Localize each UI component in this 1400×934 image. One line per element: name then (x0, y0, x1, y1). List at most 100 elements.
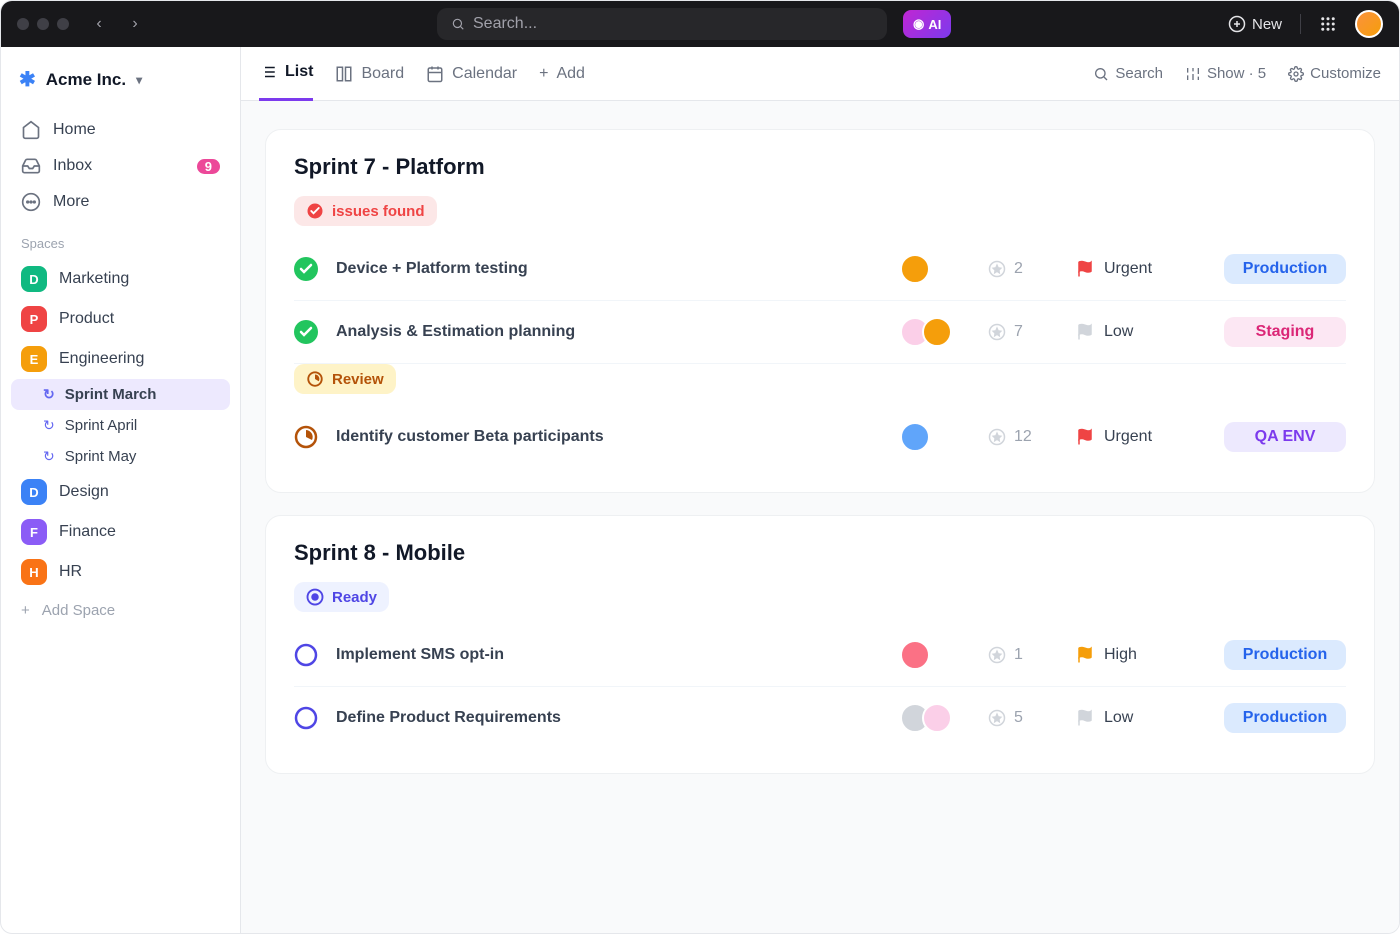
apps-grid-icon[interactable] (1319, 15, 1337, 33)
sprint-march[interactable]: ↻ Sprint March (11, 379, 230, 410)
assignee-avatar[interactable] (900, 254, 930, 284)
assignee-avatar[interactable] (900, 422, 930, 452)
tab-calendar[interactable]: Calendar (426, 47, 517, 101)
global-search[interactable]: Search... (437, 8, 887, 40)
maximize-window-icon[interactable] (57, 18, 69, 30)
add-space-button[interactable]: + Add Space (11, 592, 230, 629)
task-priority[interactable]: Urgent (1076, 260, 1206, 278)
inbox-icon (21, 156, 41, 176)
sidebar-item-home[interactable]: Home (11, 112, 230, 148)
sidebar-item-inbox[interactable]: Inbox 9 (11, 148, 230, 184)
task-row[interactable]: Device + Platform testing 2 Urgent Produ… (294, 238, 1346, 301)
env-tag[interactable]: QA ENV (1224, 422, 1346, 452)
task-points[interactable]: 7 (988, 323, 1058, 341)
task-points[interactable]: 5 (988, 709, 1058, 727)
show-button[interactable]: Show · 5 (1185, 65, 1266, 82)
space-marketing[interactable]: D Marketing (11, 259, 230, 299)
search-button[interactable]: Search (1093, 65, 1163, 82)
inbox-count-badge: 9 (197, 159, 220, 174)
assignees (900, 422, 970, 452)
flag-icon (1076, 260, 1094, 278)
sidebar-item-more[interactable]: More (11, 184, 230, 220)
task-status-icon[interactable] (294, 320, 318, 344)
assignees (900, 703, 970, 733)
tab-list[interactable]: List (259, 47, 313, 101)
board-icon (335, 65, 353, 83)
task-status-icon[interactable] (294, 643, 318, 667)
sprint-card: Sprint 8 - Mobile Ready Implement SMS opt… (265, 515, 1375, 774)
flag-icon (1076, 428, 1094, 446)
space-hr[interactable]: H HR (11, 552, 230, 592)
gear-icon (1288, 66, 1304, 82)
search-icon (451, 17, 465, 31)
status-group-pill[interactable]: Ready (294, 582, 389, 612)
new-button[interactable]: New (1228, 15, 1282, 33)
space-letter-icon: E (21, 346, 47, 372)
task-priority[interactable]: Low (1076, 323, 1206, 341)
search-icon (1093, 66, 1109, 82)
env-tag[interactable]: Production (1224, 640, 1346, 670)
star-icon (988, 709, 1006, 727)
sprint-april[interactable]: ↻ Sprint April (11, 410, 230, 441)
user-avatar[interactable] (1355, 10, 1383, 38)
workspace-switcher[interactable]: ✱ Acme Inc. ▾ (11, 61, 230, 98)
window-controls (17, 18, 69, 30)
task-row[interactable]: Implement SMS opt-in 1 High Production (294, 624, 1346, 687)
task-title: Device + Platform testing (336, 260, 882, 278)
task-status-icon[interactable] (294, 425, 318, 449)
task-status-icon[interactable] (294, 706, 318, 730)
forward-button[interactable]: › (121, 15, 149, 33)
sprint-card: Sprint 7 - Platformissues found Device +… (265, 129, 1375, 493)
space-letter-icon: D (21, 479, 47, 505)
task-title: Identify customer Beta participants (336, 428, 882, 446)
sprint-icon: ↻ (43, 386, 55, 403)
task-title: Implement SMS opt-in (336, 646, 882, 664)
task-points[interactable]: 12 (988, 428, 1058, 446)
sprint-may[interactable]: ↻ Sprint May (11, 441, 230, 472)
task-title: Analysis & Estimation planning (336, 323, 882, 341)
assignee-avatar[interactable] (900, 640, 930, 670)
task-points[interactable]: 2 (988, 260, 1058, 278)
sprint-icon: ↻ (43, 417, 55, 434)
status-group-pill[interactable]: issues found (294, 196, 437, 226)
sprint-title: Sprint 8 - Mobile (294, 540, 1346, 566)
space-product[interactable]: P Product (11, 299, 230, 339)
assignee-avatar[interactable] (922, 317, 952, 347)
back-button[interactable]: ‹ (85, 15, 113, 33)
flag-icon (1076, 646, 1094, 664)
tab-board[interactable]: Board (335, 47, 404, 101)
flag-icon (1076, 709, 1094, 727)
plus-circle-icon (1228, 15, 1246, 33)
assignees (900, 254, 970, 284)
task-row[interactable]: Analysis & Estimation planning 7 Low Sta… (294, 301, 1346, 364)
task-priority[interactable]: Low (1076, 709, 1206, 727)
ai-button[interactable]: ◉ AI (903, 10, 951, 38)
task-points[interactable]: 1 (988, 646, 1058, 664)
space-letter-icon: P (21, 306, 47, 332)
env-tag[interactable]: Production (1224, 703, 1346, 733)
space-engineering[interactable]: E Engineering (11, 339, 230, 379)
workspace-logo-icon: ✱ (19, 67, 36, 92)
env-tag[interactable]: Staging (1224, 317, 1346, 347)
plus-icon: + (21, 602, 30, 619)
tab-add-view[interactable]: + Add (539, 47, 585, 101)
star-icon (988, 428, 1006, 446)
space-design[interactable]: D Design (11, 472, 230, 512)
task-row[interactable]: Define Product Requirements 5 Low Produc… (294, 687, 1346, 749)
close-window-icon[interactable] (17, 18, 29, 30)
space-finance[interactable]: F Finance (11, 512, 230, 552)
minimize-window-icon[interactable] (37, 18, 49, 30)
task-priority[interactable]: Urgent (1076, 428, 1206, 446)
status-pill-icon (306, 370, 324, 388)
view-toolbar: List Board Calendar + Add Sear (241, 47, 1399, 101)
status-group-pill[interactable]: Review (294, 364, 396, 394)
customize-button[interactable]: Customize (1288, 65, 1381, 82)
task-status-icon[interactable] (294, 257, 318, 281)
star-icon (988, 260, 1006, 278)
assignee-avatar[interactable] (922, 703, 952, 733)
env-tag[interactable]: Production (1224, 254, 1346, 284)
task-row[interactable]: Identify customer Beta participants 12 U… (294, 406, 1346, 468)
sliders-icon (1185, 66, 1201, 82)
task-priority[interactable]: High (1076, 646, 1206, 664)
status-pill-label: Review (332, 371, 384, 388)
